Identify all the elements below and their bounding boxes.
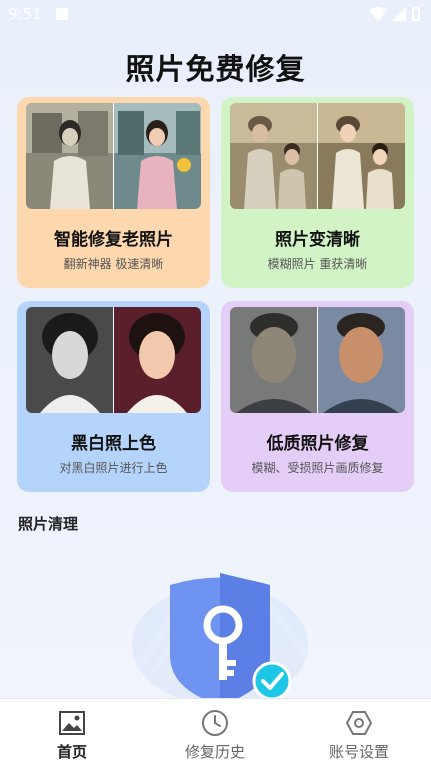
bottom-nav: 首页 修复历史 账号设置 [0,698,431,766]
card-subtitle: 模糊、受损照片画质修复 [251,461,384,475]
card-image-before-after [230,307,405,413]
nav-account[interactable]: 账号设置 [299,699,419,766]
section-title-photo-cleanup: 照片清理 [18,515,79,533]
nav-home-label: 首页 [56,743,87,761]
image-icon [59,711,85,735]
status-bar: 9:51 [0,0,431,30]
card-title: 照片变清晰 [275,230,360,250]
card-image-before-after [26,307,201,413]
card-restore-old-photo[interactable]: 智能修复老照片 翻新神器 极速清晰 [17,97,210,288]
card-title: 低质照片修复 [266,434,369,454]
card-image-before-after [26,103,201,209]
cleanup-illustration[interactable] [120,545,320,705]
notification-icon [56,8,68,20]
card-subtitle: 翻新神器 极速清晰 [63,257,164,271]
card-low-quality-repair[interactable]: 低质照片修复 模糊、受损照片画质修复 [221,301,414,492]
settings-hexagon-icon [345,711,373,735]
card-image-before-after [230,103,405,209]
card-colorize-bw[interactable]: 黑白照上色 对黑白照片进行上色 [17,301,210,492]
battery-icon [412,7,420,21]
card-sharpen-photo[interactable]: 照片变清晰 模糊照片 重获清晰 [221,97,414,288]
card-title: 智能修复老照片 [54,230,173,250]
wifi-icon [369,7,387,21]
nav-history[interactable]: 修复历史 [155,699,275,766]
card-subtitle: 模糊照片 重获清晰 [267,257,368,271]
nav-account-label: 账号设置 [328,743,389,761]
status-time: 9:51 [8,5,42,23]
card-title: 黑白照上色 [71,434,156,454]
page-title: 照片免费修复 [125,52,306,86]
nav-history-label: 修复历史 [184,743,245,761]
signal-icon [392,7,406,21]
card-subtitle: 对黑白照片进行上色 [59,461,168,475]
nav-home[interactable]: 首页 [12,699,132,766]
clock-icon [202,710,228,736]
